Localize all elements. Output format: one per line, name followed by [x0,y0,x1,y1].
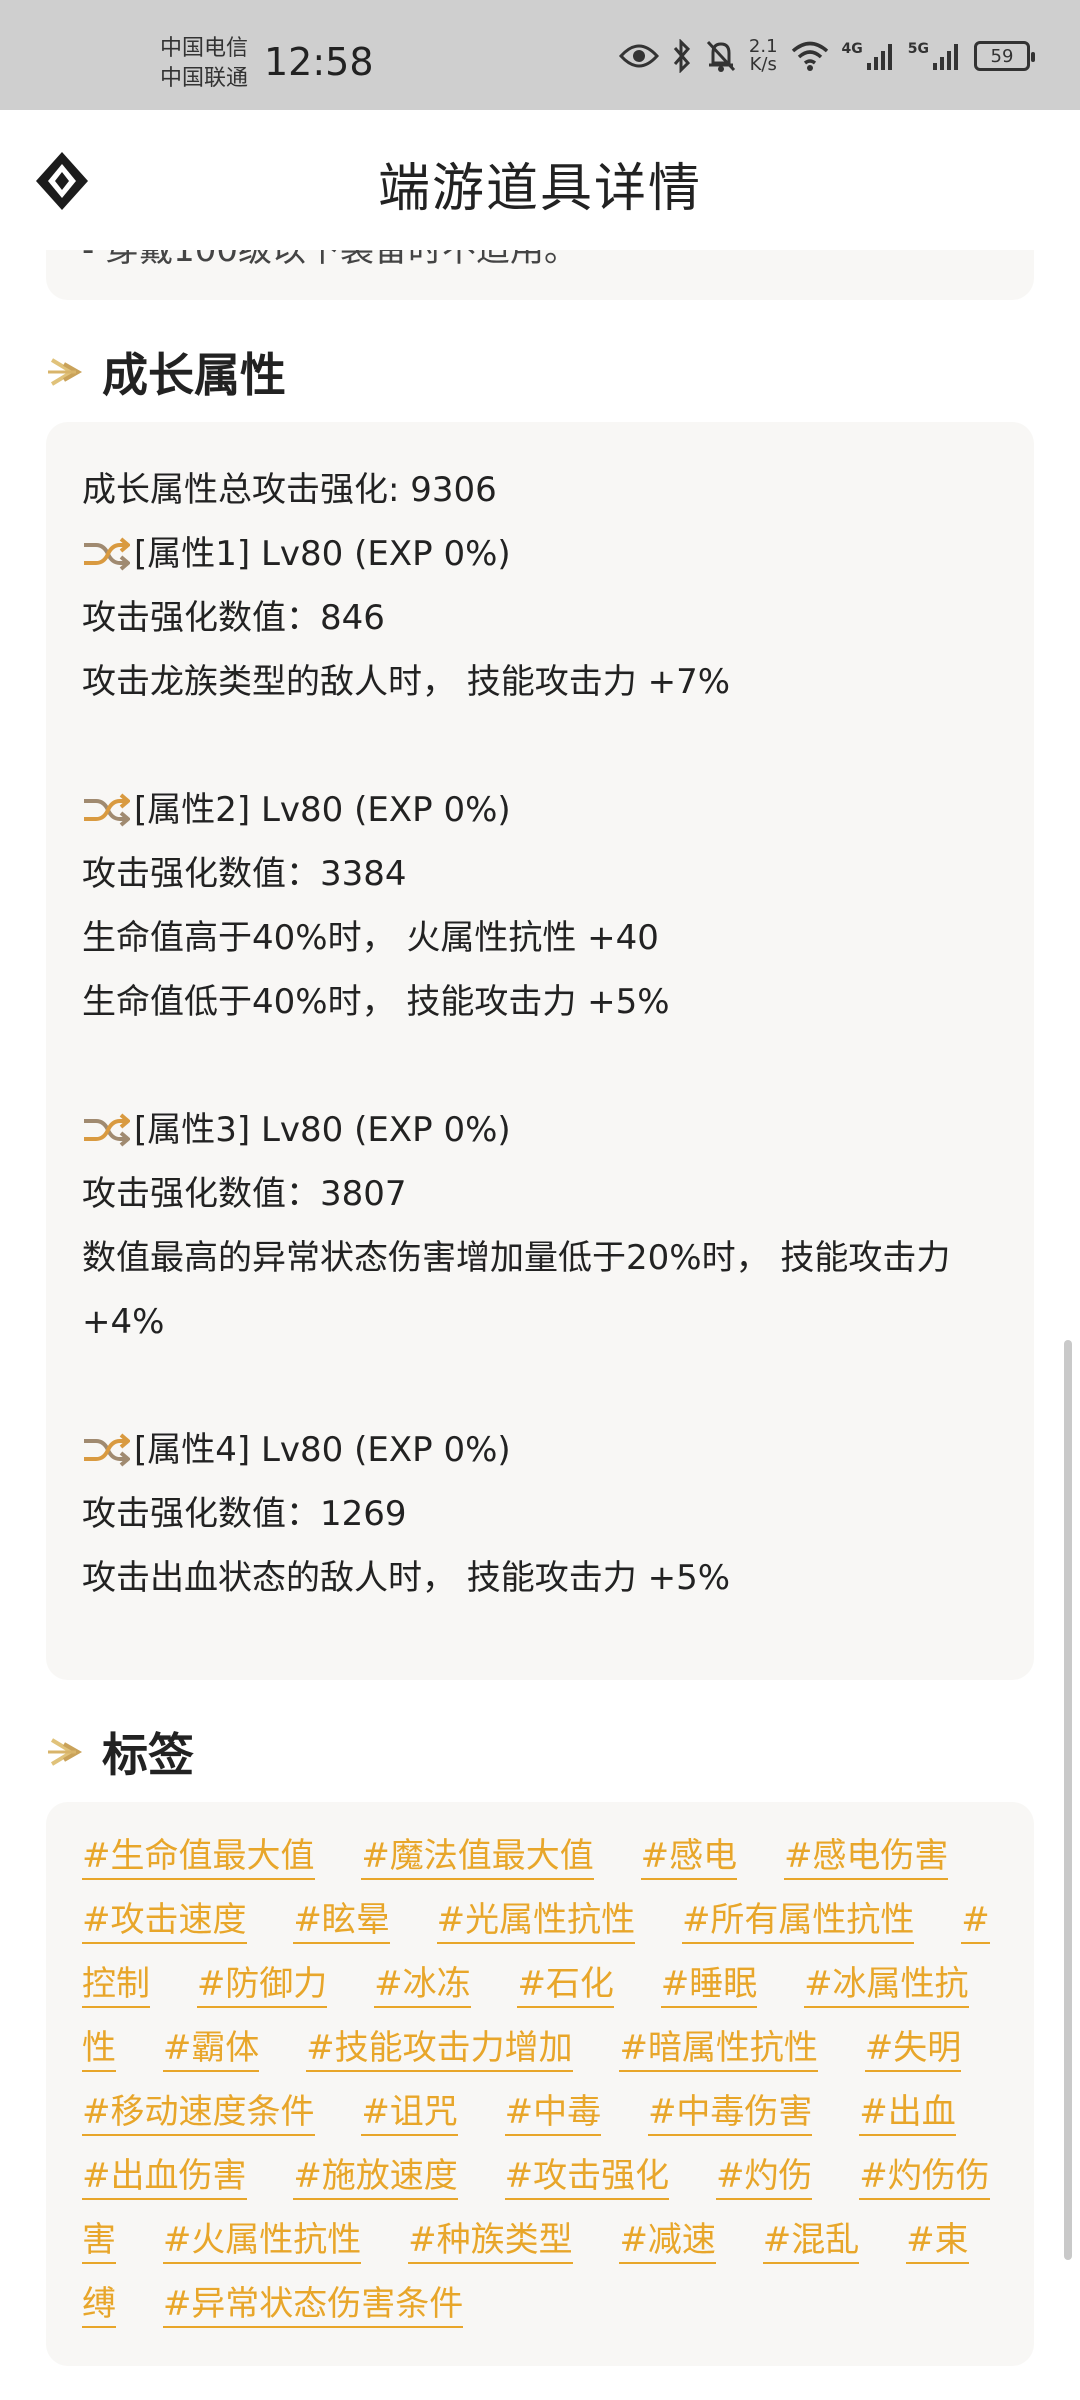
tag-link[interactable]: #出血伤害 [82,2156,247,2200]
attribute-value: 攻击强化数值：3807 [82,1174,407,1214]
tag-link[interactable]: #移动速度条件 [82,2092,315,2136]
attribute-header: [属性2] Lv80 (EXP 0%) [82,778,998,842]
attribute-effect: 生命值低于40%时， 技能攻击力 +5% [82,982,670,1022]
app-header: 端游道具详情 [0,110,1080,250]
tag-link[interactable]: #火属性抗性 [162,2220,362,2264]
tag-link[interactable]: #种族类型 [408,2220,573,2264]
tag-link[interactable]: #魔法值最大值 [361,1836,594,1880]
tag-link[interactable]: #混乱 [762,2220,860,2264]
attribute-header: [属性4] Lv80 (EXP 0%) [82,1418,998,1482]
attribute-block-2: [属性2] Lv80 (EXP 0%) 攻击强化数值：3384 生命值高于40%… [82,778,998,1034]
tag-link[interactable]: #攻击强化 [504,2156,670,2200]
clock: 12:58 [264,40,374,84]
tag-link[interactable]: #生命值最大值 [82,1836,315,1880]
section-arrow-icon [48,1738,83,1766]
tag-link[interactable]: #所有属性抗性 [681,1900,915,1944]
attribute-title: [属性4] Lv80 (EXP 0%) [134,1430,511,1470]
tag-link[interactable]: #中毒伤害 [647,2092,813,2136]
shuffle-icon [84,793,130,827]
tag-link[interactable]: #感电伤害 [783,1836,949,1880]
shuffle-icon [84,1433,130,1467]
tag-link[interactable]: #光属性抗性 [436,1900,636,1944]
section-arrow-icon [48,358,83,386]
bluetooth-icon [671,39,693,73]
carrier-2: 中国联通 [160,66,249,91]
attribute-effect: 数值最高的异常状态伤害增加量低于20%时， 技能攻击力 +4% [82,1238,962,1342]
signal-4g: 4G [842,41,896,71]
tag-link[interactable]: #技能攻击力增加 [306,2028,573,2072]
previous-info-card: - 穿戴100级以下装备时不适用。 [46,250,1034,300]
growth-attributes-card: 成长属性总攻击强化: 9306 [属性1] Lv80 (EXP 0%) 攻击强化… [46,422,1034,1680]
tag-link[interactable]: #防御力 [196,1964,328,2008]
attribute-effect: 生命值高于40%时， 火属性抗性 +40 [82,918,659,958]
attribute-effect: 攻击出血状态的敌人时， 技能攻击力 +5% [82,1558,731,1598]
tag-link[interactable]: #诅咒 [361,2092,458,2136]
tags-section-header: 标签 [0,1702,1080,1802]
growth-section-title: 成长属性 [102,348,286,402]
attribute-title: [属性1] Lv80 (EXP 0%) [134,534,511,574]
eye-icon [618,42,659,70]
tag-link[interactable]: #暗属性抗性 [619,2028,818,2072]
battery-level: 59 [990,45,1014,67]
signal-5g: 5G [908,41,962,71]
tag-link[interactable]: #减速 [619,2220,716,2264]
net-type-5g: 5G [907,41,929,57]
tag-link[interactable]: #出血 [859,2092,956,2136]
attribute-title: [属性3] Lv80 (EXP 0%) [134,1110,511,1150]
attribute-header: [属性1] Lv80 (EXP 0%) [82,522,998,586]
tag-link[interactable]: #失明 [864,2028,962,2072]
page-title: 端游道具详情 [377,159,702,219]
tag-link[interactable]: #霸体 [162,2028,260,2072]
tag-link[interactable]: #感电 [640,1836,738,1880]
attribute-block-1: [属性1] Lv80 (EXP 0%) 攻击强化数值：846 攻击龙族类型的敌人… [82,522,998,714]
tag-link[interactable]: #眩晕 [293,1900,390,1944]
net-speed: 2.1 K/s [749,38,778,74]
wifi-icon [790,40,830,72]
growth-section-header: 成长属性 [0,322,1080,422]
tag-link[interactable]: #施放速度 [293,2156,458,2200]
shuffle-icon [84,537,130,571]
net-type-4g: 4G [841,41,863,57]
growth-total: 成长属性总攻击强化: 9306 [82,470,497,510]
attribute-value: 攻击强化数值：3384 [82,854,407,894]
content-scroll[interactable]: - 穿戴100级以下装备时不适用。 成长属性 成长属性总攻击强化: 9306 [… [0,250,1080,2400]
tag-link[interactable]: #中毒 [504,2092,602,2136]
status-bar: 中国电信 中国联通 12:58 2.1 K/s 4G 5G 59 [0,0,1080,110]
status-icons: 2.1 K/s 4G 5G 59 [618,36,1035,76]
battery-icon: 59 [974,41,1035,71]
attribute-block-3: [属性3] Lv80 (EXP 0%) 攻击强化数值：3807 数值最高的异常状… [82,1098,998,1354]
tag-link[interactable]: #灼伤 [715,2156,813,2200]
tags-section-title: 标签 [102,1728,194,1782]
attribute-block-4: [属性4] Lv80 (EXP 0%) 攻击强化数值：1269 攻击出血状态的敌… [82,1418,998,1610]
mute-bell-icon [705,39,737,73]
attribute-header: [属性3] Lv80 (EXP 0%) [82,1098,998,1162]
tag-link[interactable]: #攻击速度 [82,1900,247,1944]
attribute-value: 攻击强化数值：846 [82,598,385,638]
scrollbar[interactable] [1064,1340,1072,2260]
tags-card: #生命值最大值 #魔法值最大值 #感电 #感电伤害 #攻击速度 #眩晕 #光属性… [46,1802,1034,2366]
carrier-info: 中国电信 中国联通 [160,34,248,94]
tag-link[interactable]: #异常状态伤害条件 [162,2284,464,2328]
previous-info-text: - 穿戴100级以下装备时不适用。 [82,250,578,270]
tag-link[interactable]: #石化 [517,1964,614,2008]
shuffle-icon [84,1113,130,1147]
attribute-value: 攻击强化数值：1269 [82,1494,407,1534]
tag-list: #生命值最大值 #魔法值最大值 #感电 #感电伤害 #攻击速度 #眩晕 #光属性… [82,1824,998,2336]
tag-link[interactable]: #冰冻 [374,1964,471,2008]
net-speed-unit: K/s [749,54,777,75]
carrier-1: 中国电信 [160,36,249,61]
attribute-title: [属性2] Lv80 (EXP 0%) [134,790,511,830]
attribute-effect: 攻击龙族类型的敌人时， 技能攻击力 +7% [82,662,731,702]
tag-link[interactable]: #睡眠 [660,1964,758,2008]
